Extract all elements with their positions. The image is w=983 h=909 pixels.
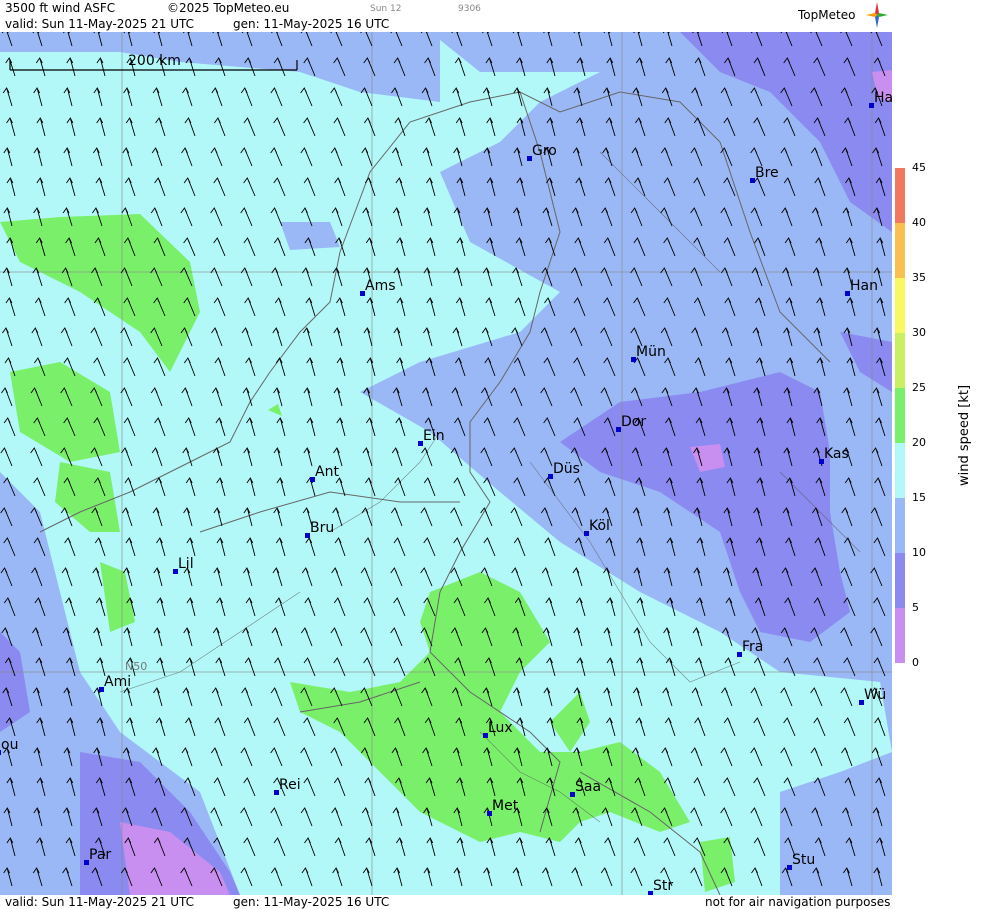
- city-label: Ein: [423, 428, 445, 444]
- colorbar-0-5: [895, 608, 905, 663]
- city-label: Lil: [178, 556, 194, 572]
- day-tag: Sun 12: [370, 4, 402, 14]
- colorbar-tick-label: 20: [912, 436, 926, 449]
- header: 3500 ft wind ASFC ©2025 TopMeteo.eu Sun …: [0, 0, 892, 32]
- valid-time: valid: Sun 11-May-2025 21 UTC: [5, 17, 194, 31]
- city-label: Ha: [874, 90, 892, 106]
- colorbar-30-35: [895, 278, 905, 333]
- colorbar-tick-label: 40: [912, 216, 926, 229]
- city-label: Bre: [755, 165, 779, 181]
- colorbar-tick-label: 10: [912, 546, 926, 559]
- city-label: Ant: [315, 464, 339, 480]
- colorbar-25-30: [895, 333, 905, 388]
- city-label: Par: [89, 847, 111, 863]
- city-label: Mün: [636, 344, 666, 360]
- colorbar-15-20: [895, 443, 905, 498]
- latitude-label: N50: [125, 660, 147, 673]
- colorbar-tick-label: 30: [912, 326, 926, 339]
- colorbar-35-40: [895, 223, 905, 278]
- city-label: Gro: [532, 143, 557, 159]
- city-label: Saa: [575, 779, 601, 795]
- colorbar-tick-label: 35: [912, 271, 926, 284]
- footer: valid: Sun 11-May-2025 21 UTC gen: 11-Ma…: [0, 895, 892, 909]
- copyright: ©2025 TopMeteo.eu: [167, 1, 290, 15]
- city-label: Lux: [488, 720, 513, 736]
- colorbar-20-25: [895, 388, 905, 443]
- city-label: Dor: [621, 414, 646, 430]
- wind-field-10-15-small: [280, 222, 340, 250]
- city-label: Rei: [279, 777, 301, 793]
- colorbar-tick-label: 5: [912, 601, 919, 614]
- scale-bar-label: 200 km: [128, 53, 181, 69]
- map-title: 3500 ft wind ASFC: [5, 1, 116, 15]
- city-label: Met: [492, 798, 519, 814]
- city-label: Han: [850, 278, 878, 294]
- colorbar-40-45: [895, 168, 905, 223]
- footer-valid-time: valid: Sun 11-May-2025 21 UTC: [5, 895, 194, 909]
- city-label: Ami: [104, 674, 131, 690]
- colorbar-tick-label: 15: [912, 491, 926, 504]
- colorbar-5-10: [895, 553, 905, 608]
- city-label: Düs: [553, 461, 580, 477]
- code-tag: 9306: [458, 4, 481, 14]
- topmeteo-logo[interactable]: TopMeteo: [798, 8, 855, 22]
- colorbar-tick-label: 25: [912, 381, 926, 394]
- colorbar-tick-label: 45: [912, 161, 926, 174]
- city-label: Köl: [589, 518, 610, 534]
- city-label: Ams: [365, 278, 396, 294]
- city-label: Kas: [824, 446, 849, 462]
- wind-map[interactable]: 200 km N50 Gro Bre Ha Ams Han Mün Dor Ein Kas Düs…: [0, 32, 892, 895]
- city-label: Fra: [742, 639, 763, 655]
- city-label: Stu: [792, 852, 815, 868]
- footer-gen-time: gen: 11-May-2025 16 UTC: [233, 895, 390, 909]
- city-label: Bru: [310, 520, 334, 536]
- city-label: ou: [1, 737, 18, 753]
- wind-field-20-25-southeast: [700, 837, 735, 892]
- footer-note: not for air navigation purposes: [705, 895, 891, 909]
- colorbar-title: wind speed [kt]: [957, 384, 972, 486]
- gen-time: gen: 11-May-2025 16 UTC: [233, 17, 390, 31]
- city-label: Wü: [864, 687, 886, 703]
- compass-logo-icon: [866, 2, 888, 28]
- colorbar-tick-label: 0: [912, 656, 919, 669]
- colorbar-10-15: [895, 498, 905, 553]
- city-label: Str: [653, 878, 673, 894]
